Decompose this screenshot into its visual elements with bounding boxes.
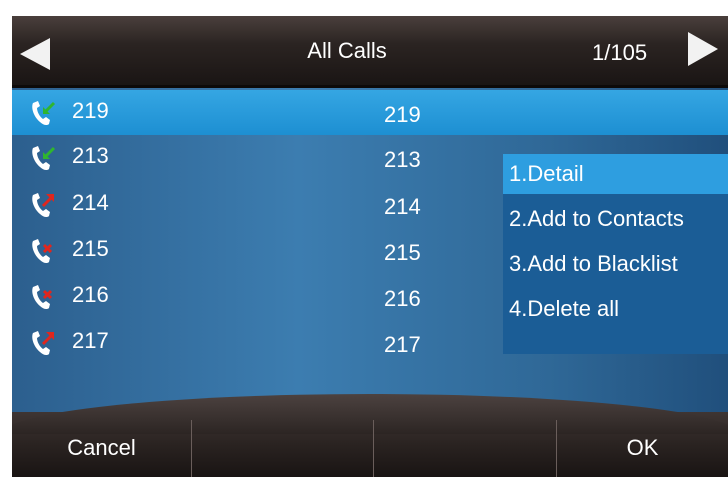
- call-number: 219: [384, 102, 421, 127]
- missed-call-icon: [32, 285, 53, 310]
- menu-item-add-to-blacklist[interactable]: 3.Add to Blacklist: [503, 244, 728, 284]
- title-bar: All Calls 1/105: [12, 16, 728, 88]
- call-number: 213: [384, 147, 421, 172]
- call-name: 214: [72, 190, 109, 215]
- softkey-bar: Cancel OK: [12, 394, 728, 477]
- call-number: 217: [384, 332, 421, 357]
- call-name: 217: [72, 328, 109, 353]
- menu-item-delete-all[interactable]: 4.Delete all: [503, 289, 728, 329]
- page-title: All Calls: [307, 38, 387, 63]
- menu-item-detail[interactable]: 1.Detail: [503, 154, 728, 194]
- softkey-ok[interactable]: OK: [557, 412, 728, 477]
- softkey-3[interactable]: [374, 412, 553, 477]
- call-name: 215: [72, 236, 109, 261]
- call-name: 219: [72, 98, 109, 123]
- call-number: 214: [384, 194, 421, 219]
- call-name: 213: [72, 143, 109, 168]
- call-list-row[interactable]: 219 219: [12, 90, 728, 135]
- page-indicator: 1/105: [592, 40, 648, 65]
- dialed-call-icon: [32, 193, 54, 218]
- call-number: 216: [384, 286, 421, 311]
- missed-call-icon: [32, 239, 53, 264]
- dialed-call-icon: [32, 331, 54, 356]
- call-number: 215: [384, 240, 421, 265]
- call-name: 216: [72, 282, 109, 307]
- softkey-2[interactable]: [192, 412, 371, 477]
- previous-page-arrow-icon[interactable]: [20, 38, 50, 70]
- received-call-icon: [32, 101, 56, 126]
- softkey-cancel[interactable]: Cancel: [12, 412, 191, 477]
- received-call-icon: [32, 146, 56, 171]
- menu-item-add-to-contacts[interactable]: 2.Add to Contacts: [503, 199, 728, 239]
- next-page-arrow-icon[interactable]: [688, 32, 718, 66]
- option-menu: 1.Detail 2.Add to Contacts 3.Add to Blac…: [503, 154, 728, 354]
- phone-screen: All Calls 1/105 219 219 213 213 214 214 …: [12, 16, 728, 477]
